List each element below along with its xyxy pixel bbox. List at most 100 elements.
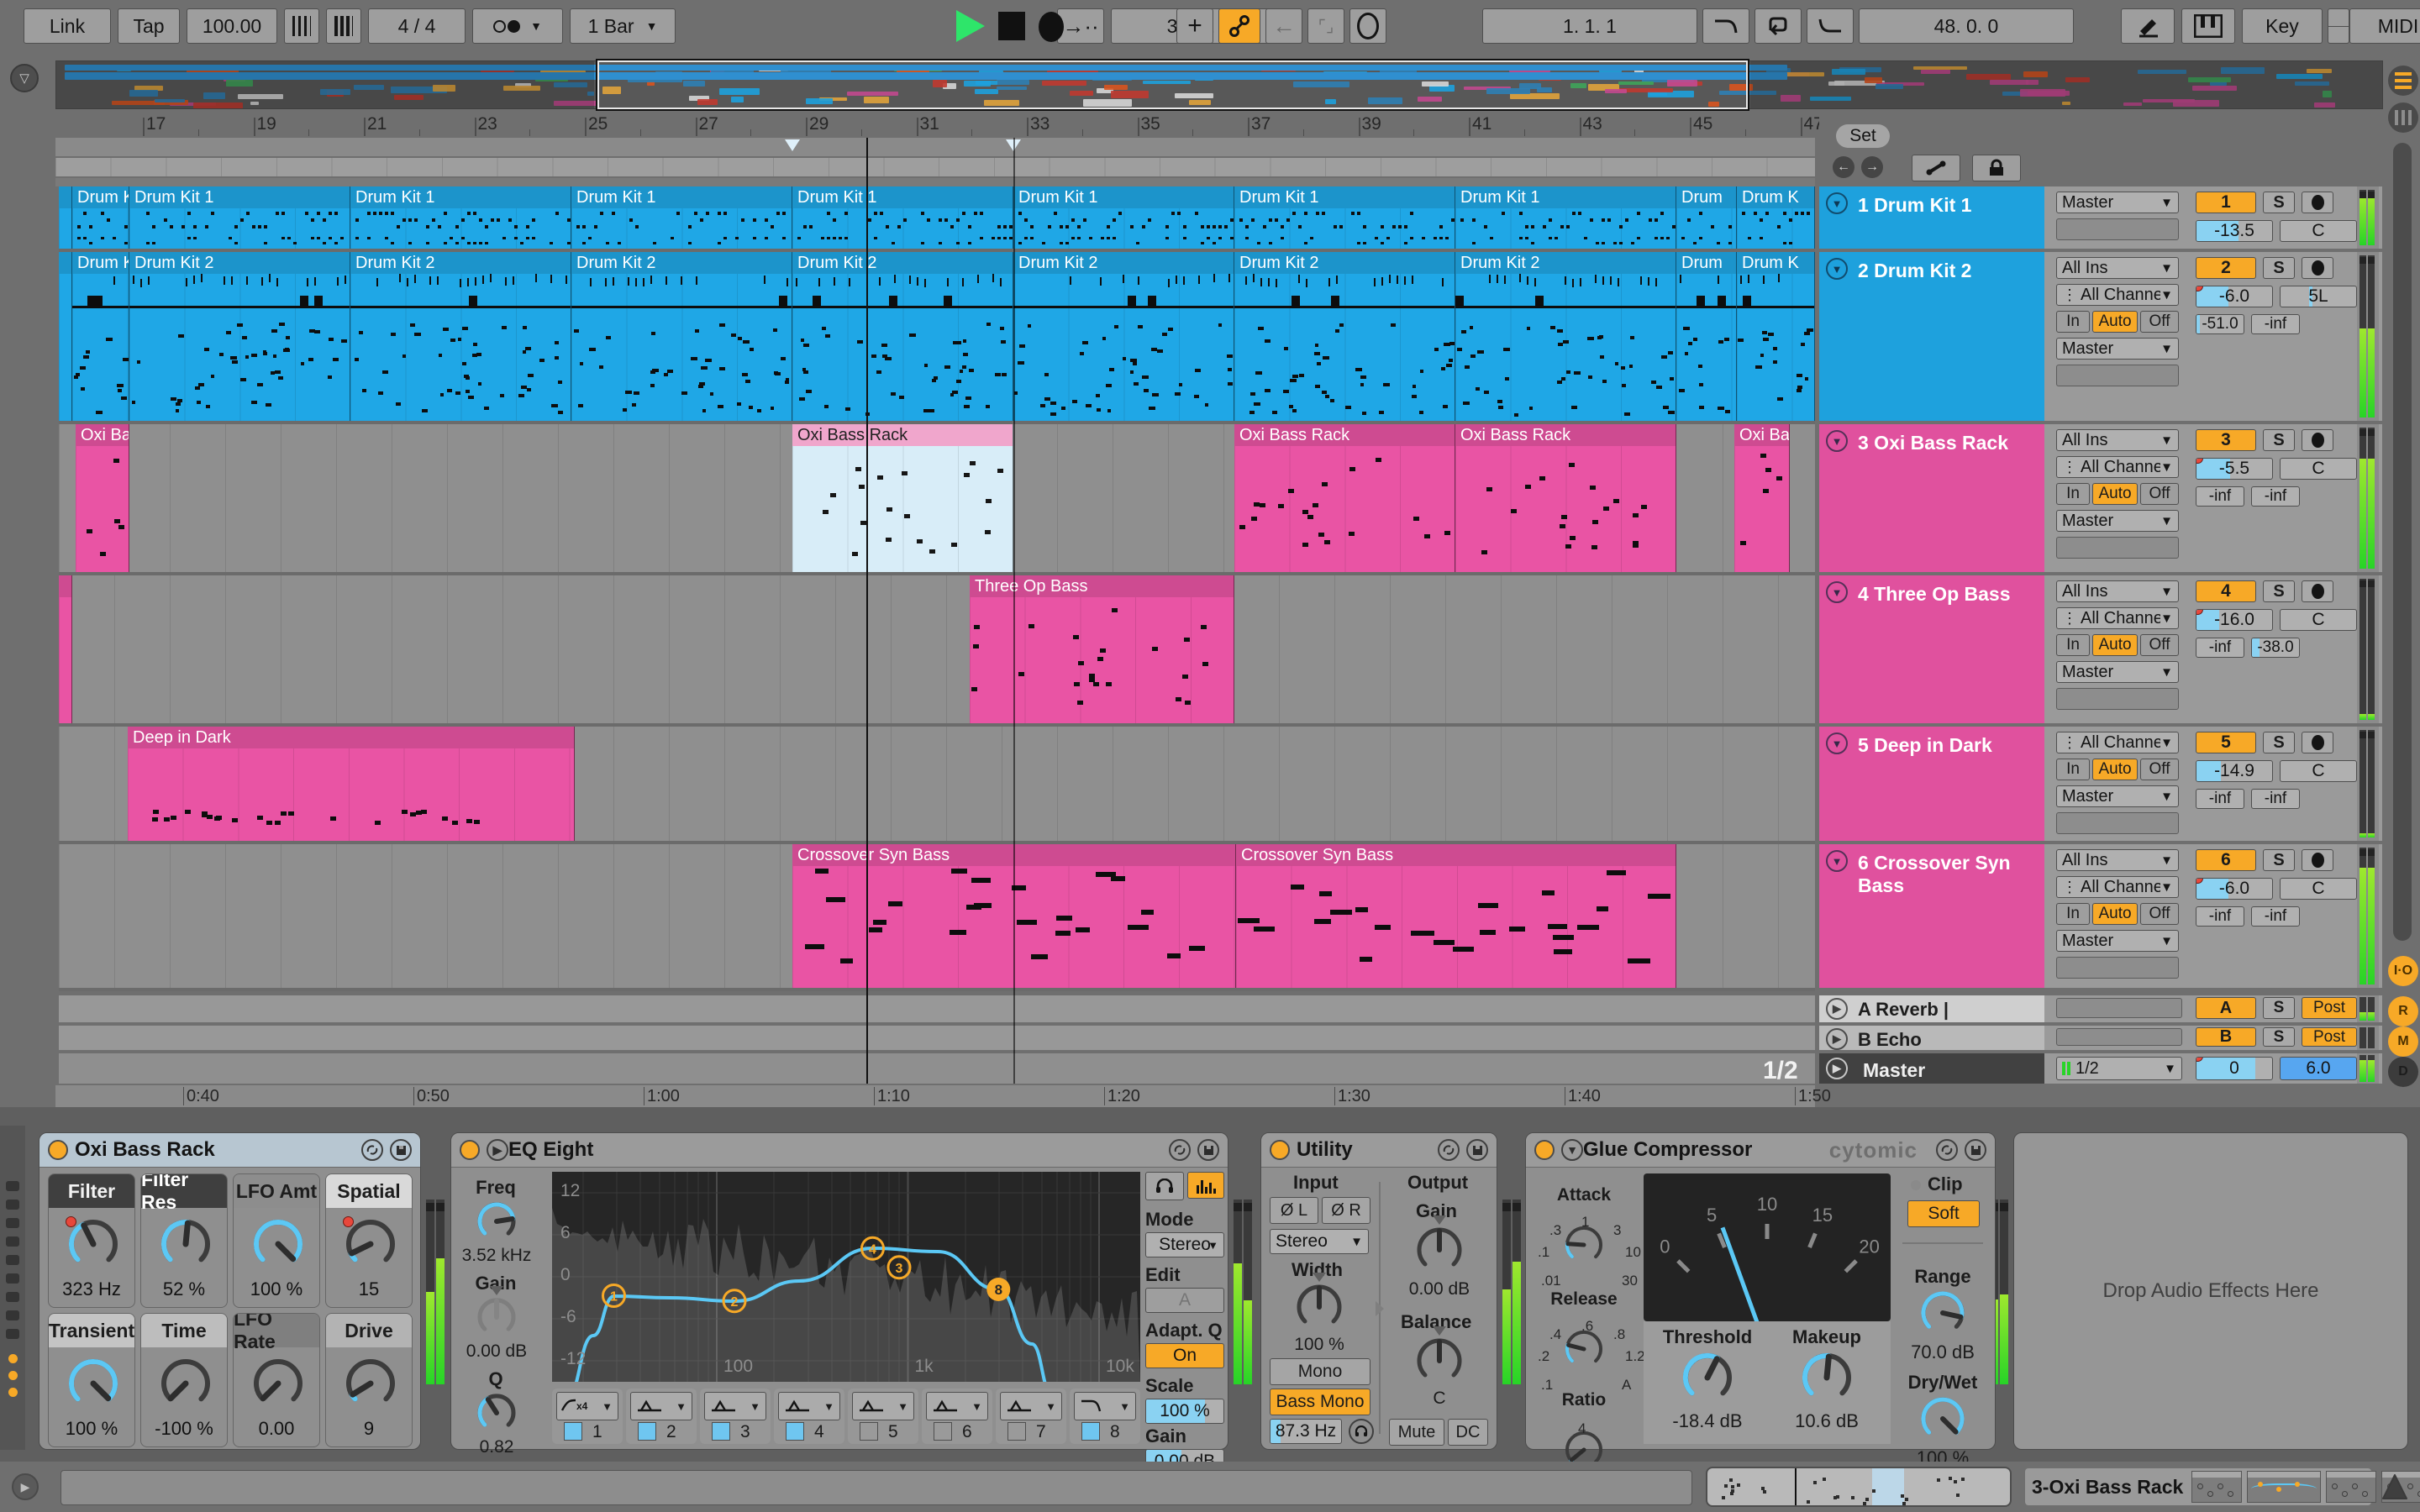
beat-time-ruler[interactable]: 17 19 21 23 25 27 29 31 33 35 37 39 41 43 45 47 <box>55 113 1857 138</box>
midi-channel-select[interactable]: ⋮ All Channel ▼ <box>2056 456 2179 478</box>
eq-panel-value[interactable]: 100 % <box>1145 1399 1224 1424</box>
midi-channel-select[interactable]: ⋮ All Channel ▼ <box>2056 732 2179 753</box>
send-field[interactable]: -inf <box>2251 906 2300 927</box>
master-header[interactable]: ▶ Master 1/2 ▼ 0 6.0 <box>1819 1053 2382 1084</box>
overview-toggle-icon[interactable] <box>2388 66 2418 96</box>
track-number-button[interactable]: 1 <box>2196 192 2256 213</box>
clip[interactable]: Drum Kit 2 <box>129 252 350 421</box>
post-button[interactable]: Post <box>2302 1027 2357 1047</box>
device-chain-strip[interactable] <box>0 1126 25 1450</box>
automation-link-button[interactable] <box>1912 155 1960 181</box>
return-lane-b[interactable] <box>59 1026 1815 1050</box>
show-hide-triangle-icon[interactable] <box>2378 1470 2412 1504</box>
mono-button[interactable]: Mono <box>1270 1358 1370 1385</box>
info-view-toggle-icon[interactable]: ▶ <box>12 1473 39 1500</box>
arm-button[interactable] <box>2302 580 2333 602</box>
band-enable-checkbox[interactable] <box>860 1422 878 1441</box>
stop-button[interactable] <box>998 12 1025 40</box>
track-fold-icon[interactable]: ▼ <box>1826 430 1848 452</box>
track-header-5[interactable]: ▼ 5 Deep in Dark ⋮ All Channel ▼ In Auto Off Mas… <box>1819 727 2382 844</box>
capture-midi-button[interactable]: ⌜⌟ <box>1307 8 1344 44</box>
phase-right-button[interactable]: Ø R <box>1322 1197 1370 1224</box>
nudge-down-button[interactable] <box>284 8 319 44</box>
follow-button[interactable]: →·· <box>1057 8 1104 44</box>
loop-button[interactable] <box>1754 8 1802 44</box>
track-lane-4[interactable]: Three Op Bass <box>59 575 1815 727</box>
clip[interactable]: Drum Kit 1 <box>792 186 1013 249</box>
q-knob[interactable] <box>476 1392 518 1434</box>
master-fold-icon[interactable]: ▶ <box>1826 1058 1848 1079</box>
send-field[interactable]: -51.0 <box>2196 314 2244 334</box>
monitor-auto-button[interactable]: Auto <box>2092 903 2138 925</box>
width-knob[interactable] <box>1295 1273 1344 1331</box>
band-enable-checkbox[interactable] <box>1081 1422 1100 1441</box>
automation-arm-button[interactable] <box>1218 8 1260 44</box>
routing-select[interactable]: Master ▼ <box>2056 930 2179 952</box>
pan-field[interactable]: C <box>2280 760 2357 782</box>
pan-field[interactable]: 5L <box>2280 286 2357 307</box>
volume-field[interactable]: -13.5 <box>2196 220 2273 242</box>
track-header-6[interactable]: ▼ 6 Crossover Syn Bass All Ins ▼ ⋮ All Channe… <box>1819 844 2382 991</box>
balance-knob[interactable] <box>1415 1326 1464 1385</box>
device-glue-compressor[interactable]: ▼ Glue Compressor cytomic Attack .01.1.3 1 3 10… <box>1525 1132 1996 1492</box>
midi-channel-select[interactable]: ⋮ All Channel ▼ <box>2056 876 2179 898</box>
monitor-off-button[interactable]: Off <box>2140 759 2179 780</box>
return-header-A[interactable]: ▶A Reverb | CompressorASPost <box>1819 995 2382 1022</box>
arm-button[interactable] <box>2302 849 2333 871</box>
track-number-button[interactable]: 2 <box>2196 257 2256 279</box>
volume-field[interactable]: -14.9 <box>2196 760 2273 782</box>
solo-button[interactable]: S <box>2263 997 2295 1019</box>
device-eq-eight[interactable]: ▶ EQ Eight Freq 3.52 kHz Gain 0.00 dB Q 0.82 1 2 3… <box>450 1132 1228 1474</box>
band-enable-checkbox[interactable] <box>786 1422 804 1441</box>
vertical-scrollbar[interactable] <box>2393 143 2412 941</box>
clip[interactable]: Drum Kit 2 <box>571 252 792 421</box>
eq-panel-value[interactable]: A <box>1145 1288 1224 1313</box>
clip[interactable]: Drum Kit 2 <box>1013 252 1234 421</box>
track-header-2[interactable]: ▼ 2 Drum Kit 2 All Ins ▼ ⋮ All Channel ▼ In Auto… <box>1819 252 2382 424</box>
quantize-value-menu[interactable]: 1 Bar ▼ <box>570 8 676 44</box>
clip[interactable]: Drum Kit 2 <box>792 252 1013 421</box>
send-field[interactable]: -inf <box>2196 789 2244 809</box>
monitor-off-button[interactable]: Off <box>2140 311 2179 333</box>
hot-swap-icon[interactable] <box>1438 1139 1460 1161</box>
routing-select[interactable]: All Ins ▼ <box>2056 257 2179 279</box>
send-field[interactable]: -inf <box>2196 638 2244 658</box>
track-number-button[interactable]: 3 <box>2196 429 2256 451</box>
returns-badge[interactable]: R <box>2388 996 2418 1026</box>
overdub-button[interactable]: + <box>1176 8 1213 44</box>
master-lane[interactable] <box>59 1053 1815 1084</box>
clip[interactable]: Drum Kit 2 <box>1234 252 1455 421</box>
track-number-button[interactable]: 5 <box>2196 732 2256 753</box>
track-lane-2[interactable]: Drum KDrum Kit 2Drum Kit 2Drum Kit 2Drum… <box>59 252 1815 424</box>
monitor-in-button[interactable]: In <box>2056 483 2090 505</box>
lock-envelopes-button[interactable] <box>1972 155 2021 181</box>
clip[interactable]: Drum Kit 1 <box>1455 186 1676 249</box>
save-preset-icon[interactable] <box>1466 1139 1488 1161</box>
device-oxi-bass-rack[interactable]: Oxi Bass Rack Filter 323 Hz Filter Res 52 % L… <box>39 1132 421 1450</box>
io-badge[interactable]: I·O <box>2388 956 2418 986</box>
clip[interactable]: Drum Kit 1 <box>129 186 350 249</box>
macro-knob[interactable] <box>160 1357 212 1410</box>
return-fold-icon[interactable]: ▶ <box>1826 998 1848 1020</box>
return-fold-icon[interactable]: ▶ <box>1826 1028 1848 1050</box>
routing-select[interactable]: Master ▼ <box>2056 510 2179 532</box>
clip-overview-minimap[interactable] <box>1706 1467 2012 1507</box>
send-field[interactable]: -38.0 <box>2251 638 2300 658</box>
volume-field[interactable]: -16.0 <box>2196 609 2273 631</box>
audition-button[interactable] <box>1145 1172 1184 1200</box>
clip[interactable]: Drum <box>1676 252 1737 421</box>
gain-knob[interactable] <box>1415 1215 1464 1274</box>
clip[interactable]: Oxi Bass Rack <box>792 424 1013 572</box>
channel-mode-select[interactable]: Stereo ▼ <box>1270 1229 1369 1254</box>
monitor-in-button[interactable]: In <box>2056 634 2090 656</box>
device-title-bar[interactable]: Utility <box>1261 1133 1497 1168</box>
track-fold-icon[interactable]: ▼ <box>1826 258 1848 280</box>
draw-mode-button[interactable] <box>2121 8 2175 44</box>
clip[interactable]: Drum Kit 1 <box>350 186 571 249</box>
arm-button[interactable] <box>2302 257 2333 279</box>
send-field[interactable]: -inf <box>2251 789 2300 809</box>
band-enable-checkbox[interactable] <box>934 1422 952 1441</box>
solo-button[interactable]: S <box>2263 192 2295 213</box>
return-number-button[interactable]: A <box>2196 997 2256 1019</box>
device-on-led[interactable] <box>460 1140 480 1160</box>
